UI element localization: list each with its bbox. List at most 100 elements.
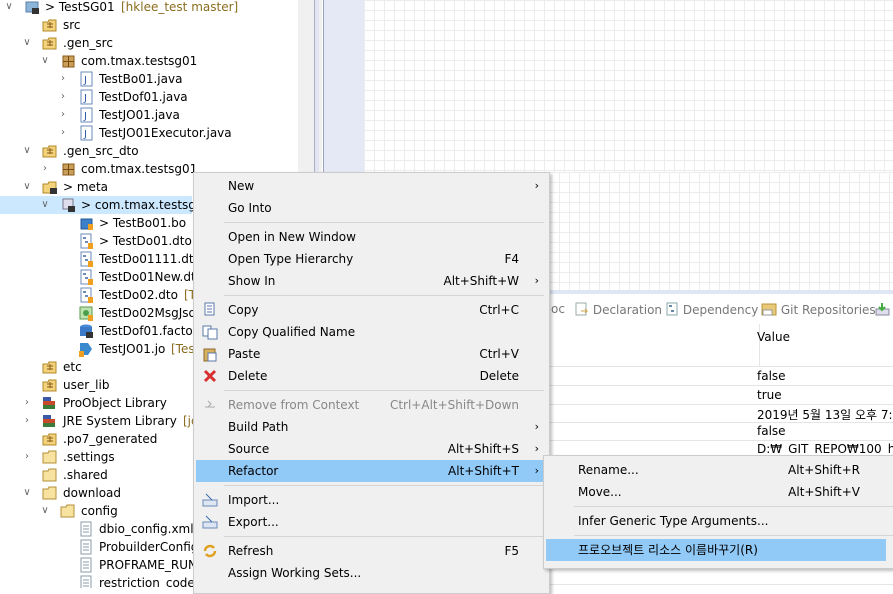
menu-item-import[interactable]: Import...	[196, 489, 547, 511]
dto-file-icon	[78, 251, 94, 267]
menu-item-label: Source	[228, 442, 270, 456]
chevron-down-icon[interactable]: ∨	[40, 196, 50, 214]
menu-item-r[interactable]: 프로오브젝트 리소스 이름바꾸기(R)	[546, 539, 886, 561]
chevron-down-icon[interactable]: ∨	[22, 34, 32, 52]
menu-item-shortcut: Alt+Shift+R	[788, 463, 860, 477]
project-icon	[24, 0, 40, 15]
menu-separator	[224, 222, 544, 223]
tree-item-label: ProObject Library	[63, 396, 167, 410]
value-column-header[interactable]: Value	[757, 330, 790, 344]
refresh-icon	[202, 543, 218, 559]
source-folder-icon	[42, 35, 58, 51]
chevron-down-icon[interactable]: ∨	[22, 484, 32, 502]
text-file-icon	[78, 539, 94, 555]
tree-item-label: TestDo01111.dto	[99, 252, 201, 266]
chevron-right-icon[interactable]: ›	[40, 160, 50, 178]
menu-item-label: New	[228, 179, 255, 193]
tree-item[interactable]: ∨ > com.tmax.testsg01	[0, 196, 211, 214]
menu-item-open-type-hierarchy[interactable]: Open Type Hierarchy F4	[196, 248, 547, 270]
menu-item-export[interactable]: Export...	[196, 511, 547, 533]
tab-declaration[interactable]: Declaration	[575, 302, 662, 317]
svg-text:J: J	[83, 129, 87, 140]
menu-item-open-in-new-window[interactable]: Open in New Window	[196, 226, 547, 248]
git-repositories-icon	[761, 303, 777, 316]
menu-item-remove-from-context[interactable]: Remove from Context Ctrl+Alt+Shift+Down	[196, 394, 547, 416]
library-icon	[42, 413, 58, 429]
table-row[interactable]: false	[549, 367, 893, 386]
tree-item[interactable]: ∨ .gen_src_dto	[0, 142, 300, 160]
menu-item-shortcut: F4	[504, 252, 519, 266]
tab-git-repositories[interactable]: Git Repositories	[761, 302, 876, 317]
chevron-right-icon[interactable]: ›	[22, 448, 32, 466]
source-folder-icon	[42, 143, 58, 159]
tree-item-label: TestDof01.java	[99, 90, 188, 104]
chevron-down-icon[interactable]: ∨	[22, 178, 32, 196]
chevron-down-icon[interactable]: ∨	[4, 0, 14, 16]
chevron-right-icon[interactable]: ›	[22, 394, 32, 412]
tree-item-label: download	[63, 486, 122, 500]
menu-item-label: Remove from Context	[228, 398, 360, 412]
menu-item-shortcut: Ctrl+Alt+Shift+Down	[389, 398, 519, 412]
menu-item-label: Export...	[228, 515, 279, 529]
chevron-down-icon[interactable]: ∨	[22, 142, 32, 160]
menu-separator	[224, 295, 544, 296]
menu-item-show-in[interactable]: Show In Alt+Shift+W ›	[196, 270, 547, 292]
menu-separator	[574, 506, 893, 507]
menu-item-source[interactable]: Source Alt+Shift+S ›	[196, 438, 547, 460]
diagram-canvas-lower[interactable]	[549, 172, 893, 290]
chevron-right-icon[interactable]: ›	[22, 412, 32, 430]
menu-item-rename[interactable]: Rename... Alt+Shift+R	[546, 459, 886, 481]
tree-item[interactable]: ∨ .gen_src	[0, 34, 300, 52]
tree-item[interactable]: › J TestDof01.java	[0, 88, 300, 106]
menu-item-delete[interactable]: Delete Delete	[196, 365, 547, 387]
menu-item-label: Open Type Hierarchy	[228, 252, 354, 266]
tree-item[interactable]: › J TestJO01.java	[0, 106, 300, 124]
source-folder-icon	[42, 377, 58, 393]
paste-icon	[202, 346, 218, 362]
tree-item[interactable]: ∨ > TestSG01 [hklee_test master]	[0, 0, 300, 16]
dependency-icon	[666, 302, 678, 316]
view-sash[interactable]	[549, 290, 893, 294]
menu-item-label: Delete	[228, 369, 268, 383]
menu-item-go-into[interactable]: Go Into	[196, 197, 547, 219]
chevron-right-icon[interactable]: ›	[58, 70, 68, 88]
menu-item-new[interactable]: New ›	[196, 175, 547, 197]
tree-item[interactable]: src	[0, 16, 300, 34]
chevron-right-icon[interactable]: ›	[58, 88, 68, 106]
declaration-icon	[575, 302, 589, 316]
chevron-down-icon[interactable]: ∨	[40, 502, 50, 520]
tab-javadoc[interactable]: oc	[551, 302, 565, 316]
menu-item-label: Build Path	[228, 420, 289, 434]
tree-item-label: .shared	[63, 468, 108, 482]
tree-item-label: .gen_src	[63, 36, 113, 50]
tree-item[interactable]: › J TestJO01Executor.java	[0, 124, 300, 142]
tree-item-label: ProbuilderConfig	[99, 540, 199, 554]
tree-item[interactable]: › J TestBo01.java	[0, 70, 300, 88]
tree-item-label: user_lib	[63, 378, 110, 392]
table-row[interactable]: false	[549, 422, 893, 441]
tree-item[interactable]: ∨ com.tmax.testsg01	[0, 52, 300, 70]
menu-item-build-path[interactable]: Build Path ›	[196, 416, 547, 438]
menu-item-copy-qualified-name[interactable]: Copy Qualified Name	[196, 321, 547, 343]
menu-item-paste[interactable]: Paste Ctrl+V	[196, 343, 547, 365]
menu-separator	[224, 485, 544, 486]
tree-item-label: TestDo02.dto	[99, 288, 178, 302]
menu-item-refresh[interactable]: Refresh F5	[196, 540, 547, 562]
bo-file-icon	[78, 215, 94, 231]
chevron-right-icon[interactable]: ›	[58, 106, 68, 124]
chevron-right-icon[interactable]: ›	[58, 124, 68, 142]
menu-item-shortcut: Ctrl+V	[479, 347, 519, 361]
table-row[interactable]: 2019년 5월 13일 오후 7:0	[549, 404, 893, 423]
menu-item-assign-working-sets[interactable]: Assign Working Sets...	[196, 562, 547, 584]
svg-text:J: J	[83, 75, 87, 86]
menu-item-refactor[interactable]: Refactor Alt+Shift+T ›	[196, 460, 547, 482]
menu-item-infer-generic-type-arguments[interactable]: Infer Generic Type Arguments...	[546, 510, 886, 532]
table-row[interactable]: true	[549, 386, 893, 405]
chevron-down-icon[interactable]: ∨	[40, 52, 50, 70]
menu-item-move[interactable]: Move... Alt+Shift+V	[546, 481, 886, 503]
tree-item-label: TestBo01.java	[99, 72, 183, 86]
menu-item-label: Show In	[228, 274, 276, 288]
tab-git-staging[interactable]	[875, 302, 891, 317]
tab-dependency[interactable]: Dependency	[665, 302, 758, 317]
menu-item-copy[interactable]: Copy Ctrl+C	[196, 299, 547, 321]
